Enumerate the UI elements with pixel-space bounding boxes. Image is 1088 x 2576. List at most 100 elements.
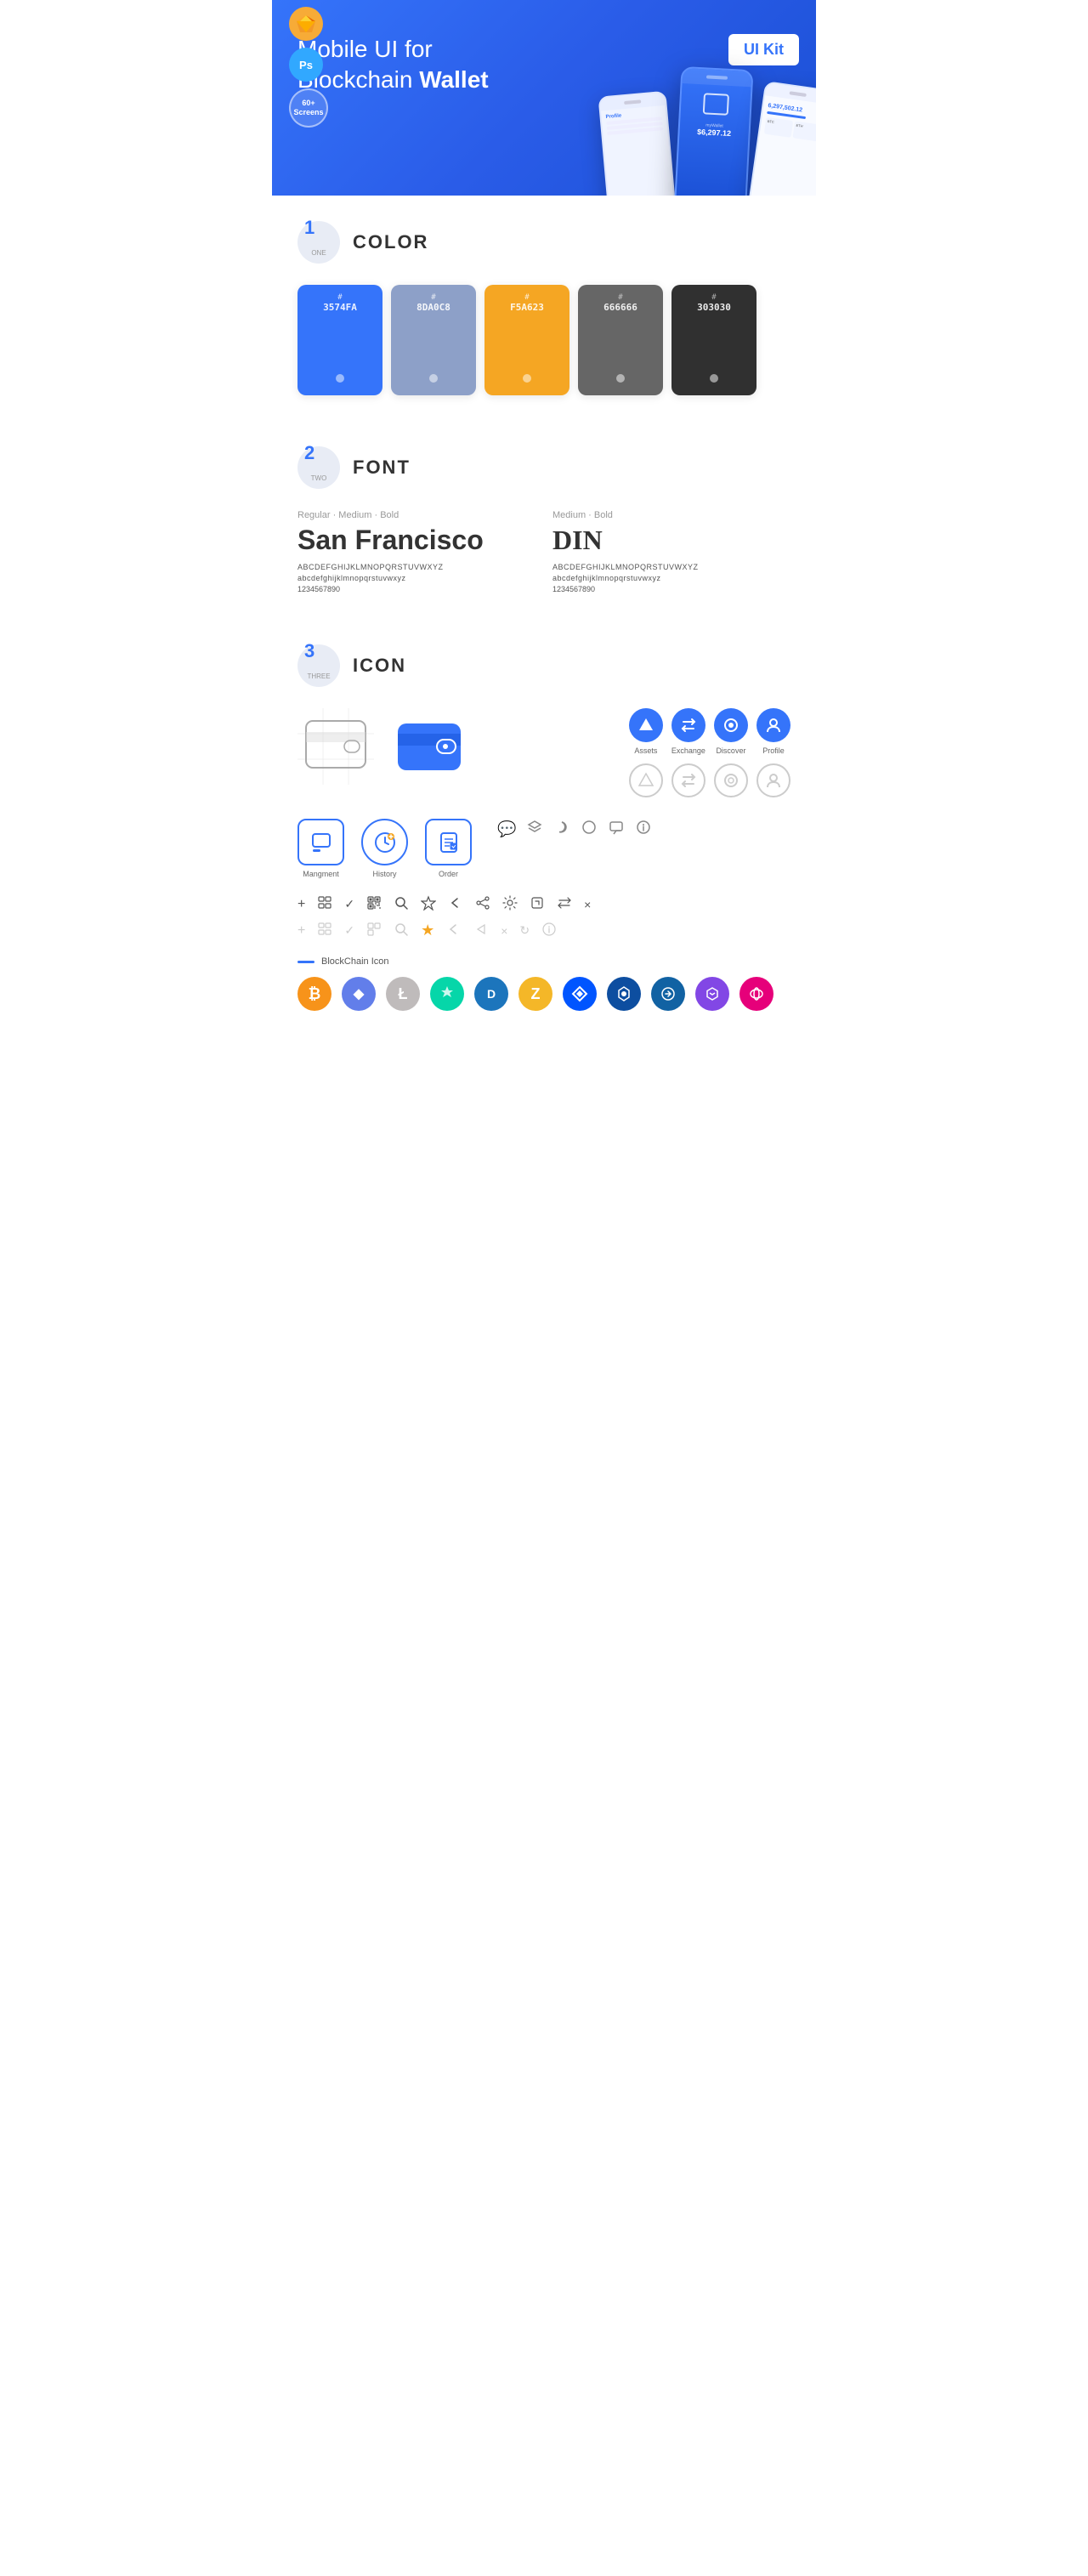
phone-mockups: Profile myWallet $6,297.12 [603, 72, 816, 196]
font-title: FONT [353, 457, 411, 479]
bitcoin-icon: ₿ [298, 977, 332, 1011]
stack-icon [526, 819, 543, 840]
info-icon [635, 819, 652, 840]
search-icon-outline [394, 922, 409, 939]
color-section-header: 1 ONE COLOR [298, 221, 790, 264]
plus-icon: + [298, 897, 305, 912]
util-icons-row1: + ✓ × [298, 895, 790, 913]
plus-icon-outline: + [298, 923, 305, 939]
icon-item-management: Mangment [298, 819, 344, 878]
font-section: 2 TWO FONT Regular · Medium · Bold San F… [272, 421, 816, 619]
zcash-icon: Z [518, 977, 552, 1011]
back-icon [448, 895, 463, 913]
search-icon [394, 895, 409, 913]
hero-title: Mobile UI for Blockchain Wallet [298, 34, 552, 96]
star-icon [421, 895, 436, 913]
lisk-icon [607, 977, 641, 1011]
order-icon [425, 819, 472, 865]
font-section-header: 2 TWO FONT [298, 446, 790, 489]
ethereum-icon: ◆ [342, 977, 376, 1011]
back-icon-outline [446, 922, 462, 939]
screens-badge: 60+Screens [289, 88, 328, 128]
icon-main-row: Assets Exchange Discover Profile [298, 708, 790, 797]
ps-badge: Ps [289, 48, 323, 82]
grid-icon-outline [317, 922, 332, 939]
steem-icon [430, 977, 464, 1011]
icon-item-exchange-outline [672, 763, 706, 797]
history-icon [361, 819, 408, 865]
assets-icon-outline [629, 763, 663, 797]
polkadot-icon [740, 977, 774, 1011]
hero-badges: Ps 60+Screens [289, 7, 328, 128]
icon-item-assets: Assets [629, 708, 663, 755]
assets-icon [629, 708, 663, 742]
icon-item-profile: Profile [756, 708, 790, 755]
font-grid: Regular · Medium · Bold San Francisco AB… [298, 510, 790, 593]
icon-item-exchange: Exchange [672, 708, 706, 755]
color-swatches: # 3574FA # 8DA0C8 # F5A623 # 666666 # 30… [298, 285, 790, 395]
icon-item-history: History [361, 819, 408, 878]
icon-title: ICON [353, 655, 406, 677]
sketch-badge [289, 7, 323, 41]
matic-icon [695, 977, 729, 1011]
redo-icon: ↻ [519, 923, 530, 938]
sf-weights: Regular · Medium · Bold [298, 510, 536, 520]
blockchain-label: BlockChain Icon [321, 956, 389, 967]
section-number-2: 2 TWO [298, 446, 340, 489]
share-icon-outline [473, 922, 489, 939]
din-lower: abcdefghijklmnopqrstuvwxyz [552, 574, 790, 582]
din-weights: Medium · Bold [552, 510, 790, 520]
qr-icon [366, 895, 382, 913]
din-upper: ABCDEFGHIJKLMNOPQRSTUVWXYZ [552, 563, 790, 571]
sf-upper: ABCDEFGHIJKLMNOPQRSTUVWXYZ [298, 563, 536, 571]
discover-icon [714, 708, 748, 742]
color-swatch-blue: # 3574FA [298, 285, 382, 395]
color-swatch-orange: # F5A623 [484, 285, 570, 395]
check-icon: ✓ [344, 897, 354, 911]
sf-name: San Francisco [298, 525, 536, 556]
font-block-din: Medium · Bold DIN ABCDEFGHIJKLMNOPQRSTUV… [552, 510, 790, 593]
check-icon-outline: ✓ [344, 923, 354, 938]
moon-icon [553, 819, 570, 840]
management-icon [298, 819, 344, 865]
icon-item-discover-outline [714, 763, 748, 797]
chat-square-icon [608, 819, 625, 840]
misc-icons: 💬 [497, 819, 652, 840]
ui-kit-badge: UI Kit [728, 34, 799, 65]
sf-lower: abcdefghijklmnopqrstuvwxyz [298, 574, 536, 582]
icon-item-profile-outline [756, 763, 790, 797]
util-icons-row2: + ✓ ★ × ↻ [298, 922, 790, 939]
wallet-icon-blue [391, 708, 468, 789]
blockchain-line [298, 961, 314, 963]
sf-numbers: 1234567890 [298, 585, 536, 593]
color-swatch-medium-gray: # 666666 [578, 285, 663, 395]
exchange-icon-outline [672, 763, 706, 797]
star-icon-filled: ★ [421, 922, 434, 939]
litecoin-icon: Ł [386, 977, 420, 1011]
font-block-sf: Regular · Medium · Bold San Francisco AB… [298, 510, 536, 593]
circle-icon [581, 819, 598, 840]
ardor-icon [651, 977, 685, 1011]
app-icons-row: Mangment History [298, 819, 790, 878]
qr-icon-outline [366, 922, 382, 939]
icon-item-order: Order [425, 819, 472, 878]
blockchain-label-row: BlockChain Icon [298, 956, 790, 967]
close-icon-outline: × [501, 924, 507, 938]
hero-section: Mobile UI for Blockchain Wallet UI Kit P… [272, 0, 816, 196]
icon-item-assets-outline [629, 763, 663, 797]
din-numbers: 1234567890 [552, 585, 790, 593]
profile-icon-outline [756, 763, 790, 797]
export-icon [530, 895, 545, 913]
icon-section-header: 3 THREE ICON [298, 644, 790, 687]
section-number-3: 3 THREE [298, 644, 340, 687]
profile-icon [756, 708, 790, 742]
color-swatch-dark: # 303030 [672, 285, 756, 395]
grid-icon [317, 895, 332, 913]
color-title: COLOR [353, 231, 428, 253]
share-icon [475, 895, 490, 913]
swap-icon [557, 895, 572, 913]
crypto-icons-row: ₿ ◆ Ł D Z [298, 977, 790, 1011]
waves-icon [563, 977, 597, 1011]
icon-item-discover: Discover [714, 708, 748, 755]
discover-icon-outline [714, 763, 748, 797]
